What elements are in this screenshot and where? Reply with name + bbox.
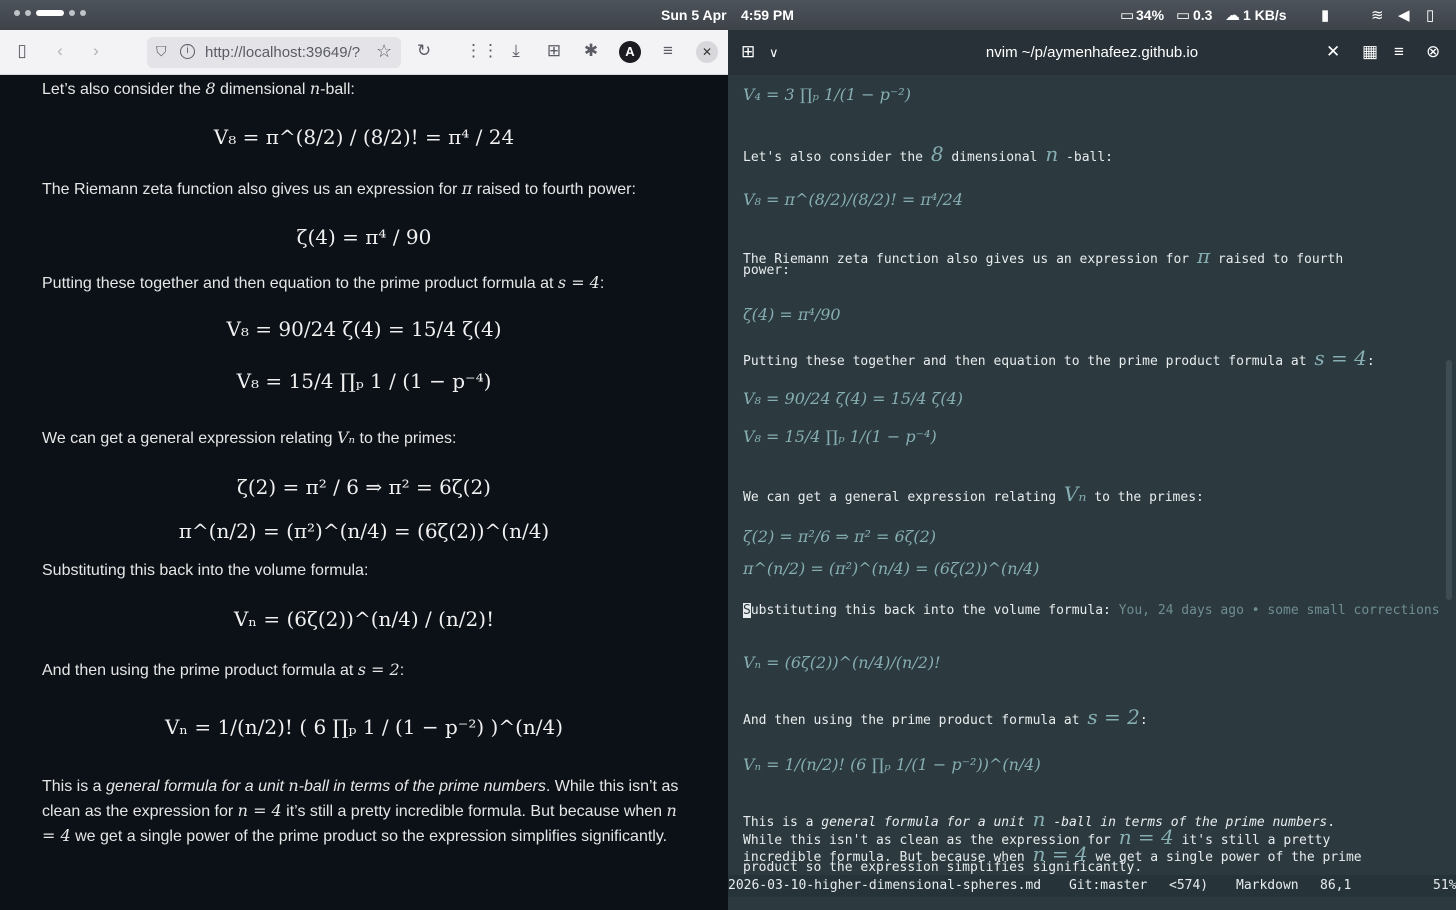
equation: V₈ = 15/4 ∏ₚ 1/(1 − p⁻⁴) (743, 427, 937, 446)
apps-grid-icon[interactable]: ⋮⋮ (465, 41, 499, 61)
paragraph: And then using the prime product formula… (42, 660, 405, 679)
paragraph: Putting these together and then equation… (42, 273, 605, 292)
nvim-buffer[interactable]: V₄ = 3 ∏ₚ 1/(1 − p⁻²) Let's also conside… (728, 75, 1456, 880)
cursor: S (743, 603, 751, 618)
reload-icon[interactable]: ↻ (413, 41, 435, 61)
equation: π^(n/2) = (π²)^(n/4) = (6ζ(2))^(n/4) (743, 559, 1040, 578)
forward-icon[interactable]: › (85, 41, 107, 61)
paragraph: Let’s also consider the 8 dimensional n-… (42, 79, 355, 98)
equation: V₄ = 3 ∏ₚ 1/(1 − p⁻²) (743, 85, 911, 104)
cloud-upload-icon: ☁ (1225, 7, 1240, 24)
battery-status-icon[interactable]: ▯ (1426, 6, 1434, 24)
status-filetype: Markdown (1236, 878, 1299, 893)
scrollbar[interactable] (1446, 360, 1452, 600)
terminal-window: ⊞ ∨ nvim ~/p/aymenhafeez.github.io ✕ ▦ ≡… (728, 30, 1456, 910)
shield-icon[interactable]: ⛉ (156, 43, 167, 60)
close-window-button[interactable]: ✕ (696, 41, 718, 63)
equation: Vₙ = (6ζ(2))^(n/4)/(n/2)! (743, 653, 941, 672)
sidebar-toggle-icon[interactable]: ▯ (11, 41, 33, 61)
hamburger-menu-icon[interactable]: ≡ (1394, 42, 1404, 62)
date-label[interactable]: Sun 5 Apr (661, 7, 727, 23)
rendered-article: Let’s also consider the 8 dimensional n-… (0, 75, 728, 910)
text-line: We can get a general expression relating… (743, 482, 1204, 506)
equation: Vₙ = (6ζ(2))^(n/4) / (n/2)! (233, 607, 495, 631)
grid-view-icon[interactable]: ▦ (1362, 42, 1378, 62)
new-tab-icon[interactable]: ⊞ (543, 41, 565, 61)
status-percent: 51% (1433, 878, 1456, 893)
url-text[interactable]: http://localhost:39649/? (205, 44, 375, 61)
system-top-bar: Sun 5 Apr 4:59 PM ▭ 34% ▭ 0.3 ☁ 1 KB/s ▮… (0, 0, 1456, 30)
paragraph: Substituting this back into the volume f… (42, 562, 369, 579)
equation: ζ(2) = π²/6 ⇒ π² = 6ζ(2) (743, 527, 937, 546)
monitor-icon: ▭ (1176, 7, 1191, 24)
wifi-icon[interactable]: ≋ (1371, 6, 1384, 24)
status-count: <574) (1169, 878, 1209, 893)
terminal-headerbar: ⊞ ∨ nvim ~/p/aymenhafeez.github.io ✕ ▦ ≡… (728, 30, 1456, 75)
text-line: Let's also consider the 8 dimensional n … (743, 142, 1114, 166)
url-bar[interactable]: ⛉ i http://localhost:39649/? ☆ (147, 37, 401, 68)
browser-toolbar: ▯ ‹ › ⛉ i http://localhost:39649/? ☆ ↻ ⋮… (0, 30, 728, 75)
equation: V₈ = π^(8/2) / (8/2)! = π⁴ / 24 (213, 125, 515, 149)
nvim-statusline: 2026-03-10-higher-dimensional-spheres.md… (728, 875, 1456, 897)
back-icon[interactable]: ‹ (49, 41, 71, 61)
window-title: nvim ~/p/aymenhafeez.github.io (985, 44, 1199, 61)
equation: V₈ = 90/24 ζ(4) = 15/4 ζ(4) (226, 317, 502, 341)
menu-icon[interactable]: ≡ (657, 41, 679, 61)
load-average: 0.3 (1193, 7, 1213, 23)
paragraph: The Riemann zeta function also gives us … (42, 179, 636, 198)
info-icon[interactable]: i (180, 44, 195, 59)
equation: V₈ = 15/4 ∏ₚ 1 / (1 − p⁻⁴) (236, 369, 492, 393)
text-line: Putting these together and then equation… (743, 346, 1375, 370)
battery-percent: 34% (1136, 7, 1165, 23)
volume-muted-icon[interactable]: ◀ (1398, 6, 1410, 24)
text-line: The Riemann zeta function also gives us … (743, 244, 1344, 268)
extensions-icon[interactable]: ✱ (580, 41, 602, 61)
equation: ζ(4) = π⁴/90 (743, 305, 841, 324)
close-tab-icon[interactable]: ✕ (1326, 42, 1340, 62)
text-line: And then using the prime product formula… (743, 705, 1148, 729)
paragraph: We can get a general expression relating… (42, 428, 457, 447)
equation: ζ(2) = π² / 6 ⇒ π² = 6ζ(2) (237, 475, 491, 499)
status-position: 86,1 (1320, 878, 1352, 893)
workspace-indicator[interactable] (14, 10, 86, 16)
text-line: power: (743, 263, 790, 278)
status-filename: 2026-03-10-higher-dimensional-spheres.md (728, 878, 1042, 893)
equation: Vₙ = 1/(n/2)! ( 6 ∏ₚ 1 / (1 − p⁻²) )^(n/… (164, 715, 564, 739)
text-line: product so the expression simplifies sig… (743, 860, 1143, 875)
close-window-icon[interactable]: ⊗ (1426, 42, 1440, 62)
account-avatar[interactable]: A (619, 41, 641, 63)
cursor-line: Substituting this back into the volume f… (743, 603, 1440, 618)
bookmark-star-icon[interactable]: ☆ (376, 41, 392, 62)
equation: ζ(4) = π⁴ / 90 (296, 225, 432, 249)
status-git-branch: Git:master (1069, 878, 1148, 893)
browser-window: ▯ ‹ › ⛉ i http://localhost:39649/? ☆ ↻ ⋮… (0, 30, 728, 910)
layout-icon[interactable]: ▮ (1321, 6, 1329, 24)
battery-icon: ▭ (1120, 7, 1135, 24)
clock[interactable]: 4:59 PM (741, 7, 794, 23)
equation: Vₙ = 1/(n/2)! (6 ∏ₚ 1/(1 − p⁻²))^(n/4) (743, 755, 1041, 774)
network-speed: 1 KB/s (1243, 7, 1287, 23)
paragraph: This is a general formula for a unit n-b… (42, 776, 679, 845)
git-blame-annotation: You, 24 days ago • some small correction… (1118, 603, 1440, 618)
download-icon[interactable]: ⤓ (505, 41, 527, 61)
equation: V₈ = 90/24 ζ(4) = 15/4 ζ(4) (743, 389, 964, 408)
equation: V₈ = π^(8/2)/(8/2)! = π⁴/24 (743, 190, 964, 209)
equation: π^(n/2) = (π²)^(n/4) = (6ζ(2))^(n/4) (178, 519, 550, 543)
